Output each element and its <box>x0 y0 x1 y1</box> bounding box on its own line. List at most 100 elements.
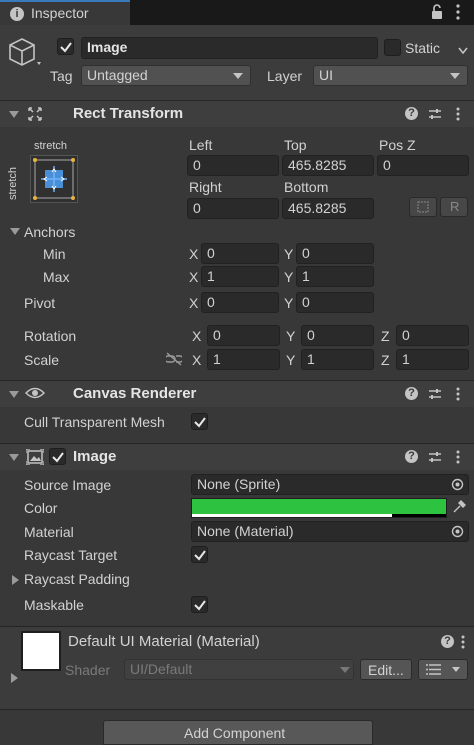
raycast-target-label: Raycast Target <box>24 547 118 563</box>
material-context-menu-icon[interactable] <box>461 634 465 653</box>
canvas-renderer-title: Canvas Renderer <box>73 385 197 402</box>
pivot-y-field[interactable]: 0 <box>296 292 374 313</box>
rotation-y-field[interactable]: 0 <box>301 325 374 346</box>
source-image-picker-icon[interactable] <box>451 478 464 494</box>
canvas-renderer-header[interactable] <box>0 380 474 407</box>
add-component-label: Add Component <box>184 725 286 741</box>
rotation-label: Rotation <box>24 328 77 344</box>
rot-y-axis: Y <box>286 328 296 344</box>
static-dropdown-icon[interactable] <box>458 42 468 58</box>
anchors-label: Anchors <box>24 224 76 240</box>
tab-title: Inspector <box>31 5 89 21</box>
max-x-axis: X <box>189 269 199 285</box>
name-field[interactable]: Image <box>81 37 378 59</box>
active-checkbox[interactable] <box>57 38 74 55</box>
more-options-icon[interactable] <box>456 3 460 21</box>
constrain-proportions-icon[interactable] <box>164 352 184 369</box>
static-checkbox[interactable] <box>384 39 401 56</box>
static-label: Static <box>405 40 441 56</box>
rect-transform-icon <box>27 106 43 125</box>
color-alpha-remainder <box>392 514 446 517</box>
rot-x-axis: X <box>192 328 202 344</box>
maskable-checkbox[interactable] <box>191 596 208 613</box>
image-component-header[interactable] <box>0 443 474 470</box>
max-x-field[interactable]: 1 <box>201 266 279 287</box>
color-swatch[interactable] <box>191 498 447 518</box>
rect-transform-foldout[interactable] <box>9 111 19 118</box>
cull-transparent-mesh-checkbox[interactable] <box>191 413 208 430</box>
pivot-x-axis: X <box>189 295 199 311</box>
anchor-preset-top-label: stretch <box>34 140 68 152</box>
image-help-icon[interactable]: ? <box>405 450 418 463</box>
posz-label: Pos Z <box>379 137 416 153</box>
material-picker-icon[interactable] <box>451 525 464 541</box>
pivot-label: Pivot <box>24 295 56 311</box>
shader-dropdown[interactable]: UI/Default <box>124 659 354 680</box>
tag-label: Tag <box>50 68 73 84</box>
min-x-field[interactable]: 0 <box>201 243 279 264</box>
canvas-context-menu-icon[interactable] <box>456 386 460 405</box>
layer-dropdown-arrow <box>450 73 460 79</box>
bottom-separator <box>0 709 474 710</box>
eyedropper-icon[interactable] <box>452 500 466 517</box>
layer-dropdown[interactable]: UI <box>313 65 468 86</box>
cull-transparent-mesh-label: Cull Transparent Mesh <box>24 414 165 430</box>
min-y-field[interactable]: 0 <box>296 243 374 264</box>
anchors-foldout[interactable] <box>10 228 20 235</box>
scale-x-field[interactable]: 1 <box>207 349 280 370</box>
scale-z-axis: Z <box>381 352 390 368</box>
tag-dropdown[interactable]: Untagged <box>81 65 251 86</box>
pivot-x-field[interactable]: 0 <box>201 292 279 313</box>
max-label: Max <box>43 269 70 285</box>
right-field[interactable]: 0 <box>187 198 279 219</box>
rect-transform-header[interactable] <box>0 100 474 127</box>
preset-sliders-icon[interactable] <box>428 107 442 124</box>
scale-y-axis: Y <box>286 352 296 368</box>
material-field[interactable]: None (Material) <box>191 521 469 542</box>
left-field[interactable]: 0 <box>187 155 279 176</box>
info-icon: i <box>10 7 24 21</box>
canvas-help-icon[interactable]: ? <box>405 387 418 400</box>
material-label: Material <box>24 524 74 540</box>
rotation-z-field[interactable]: 0 <box>396 325 469 346</box>
gameobject-cube-icon[interactable] <box>8 35 42 70</box>
raycast-target-checkbox[interactable] <box>191 546 208 563</box>
image-preset-icon[interactable] <box>428 450 442 467</box>
anchor-preset-button[interactable] <box>30 155 78 203</box>
eye-icon <box>24 386 46 403</box>
tag-dropdown-arrow <box>233 73 243 79</box>
rotation-x-field[interactable]: 0 <box>207 325 280 346</box>
anchor-preset-side-label: stretch <box>7 166 19 200</box>
canvas-renderer-foldout[interactable] <box>9 391 19 398</box>
color-label: Color <box>24 500 58 516</box>
shader-label: Shader <box>65 662 111 678</box>
min-x-axis: X <box>189 246 199 262</box>
add-component-button[interactable]: Add Component <box>103 720 373 745</box>
help-icon[interactable]: ? <box>405 107 418 120</box>
raycast-padding-label[interactable]: Raycast Padding <box>24 570 130 588</box>
material-preview-foldout[interactable] <box>11 673 18 683</box>
context-menu-icon[interactable] <box>456 106 460 125</box>
image-enabled-checkbox[interactable] <box>49 448 66 465</box>
shader-edit-button[interactable]: Edit... <box>360 659 412 680</box>
scale-y-field[interactable]: 1 <box>301 349 374 370</box>
source-image-label: Source Image <box>24 477 112 493</box>
inspector-tab[interactable]: i Inspector <box>0 0 130 25</box>
top-field[interactable]: 465.8285 <box>282 155 374 176</box>
shader-options-button[interactable] <box>418 659 468 680</box>
image-foldout[interactable] <box>9 454 19 461</box>
posz-field[interactable]: 0 <box>377 155 469 176</box>
lock-icon[interactable] <box>430 4 444 23</box>
blueprint-mode-button[interactable] <box>409 197 437 217</box>
scale-z-field[interactable]: 1 <box>396 349 469 370</box>
max-y-field[interactable]: 1 <box>296 266 374 287</box>
raw-edit-label: R <box>450 199 460 214</box>
source-image-field[interactable]: None (Sprite) <box>191 474 469 495</box>
bottom-field[interactable]: 465.8285 <box>282 198 374 219</box>
raw-edit-button[interactable]: R <box>440 197 468 217</box>
material-help-icon[interactable]: ? <box>441 635 454 648</box>
canvas-preset-icon[interactable] <box>428 387 442 404</box>
raycast-padding-foldout[interactable] <box>12 575 19 585</box>
image-context-menu-icon[interactable] <box>456 449 460 468</box>
image-component-icon <box>25 448 45 468</box>
